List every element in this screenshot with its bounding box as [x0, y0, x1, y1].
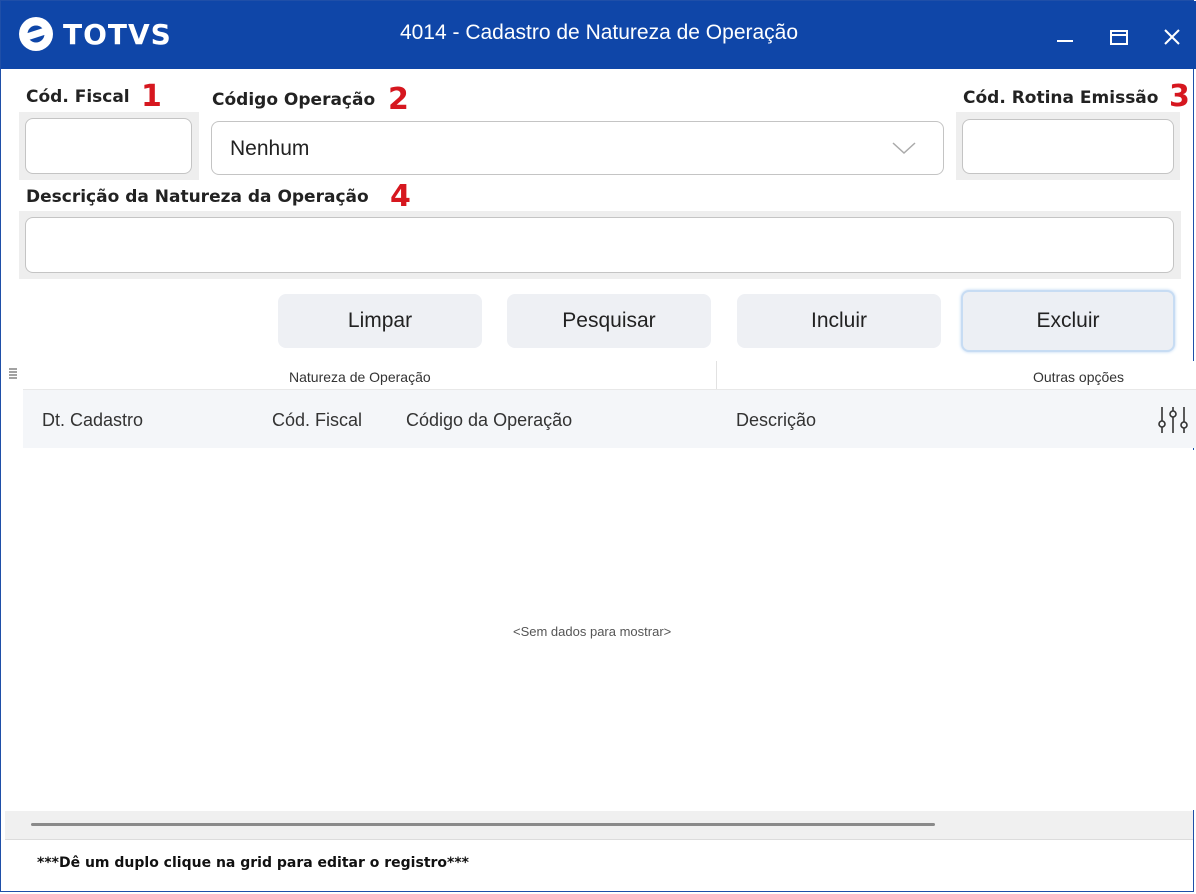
chevron-down-icon	[892, 142, 916, 155]
empty-message: <Sem dados para mostrar>	[513, 624, 672, 639]
title-bar: TOTVS 4014 - Cadastro de Natureza de Ope…	[1, 1, 1196, 69]
footer-bar: ***Dê um duplo clique na grid para edita…	[5, 839, 1193, 890]
limpar-button[interactable]: Limpar	[278, 294, 482, 348]
close-button[interactable]	[1158, 23, 1186, 51]
horizontal-scrollbar[interactable]	[5, 811, 1193, 839]
main-window: TOTVS 4014 - Cadastro de Natureza de Ope…	[0, 0, 1196, 892]
grid-group-header: Natureza de Operação Outras opções	[23, 361, 1196, 390]
codigo-operacao-select[interactable]: Nenhum	[211, 121, 944, 175]
codigo-operacao-label: Código Operação	[212, 90, 376, 110]
group-header-outras: Outras opções	[1033, 369, 1125, 385]
incluir-button[interactable]: Incluir	[737, 294, 941, 348]
close-icon	[1164, 29, 1180, 45]
column-codigo-operacao[interactable]: Código da Operação	[406, 410, 572, 431]
column-cod-fiscal[interactable]: Cód. Fiscal	[272, 410, 362, 431]
group-header-natureza: Natureza de Operação	[289, 369, 431, 385]
descricao-input[interactable]	[25, 217, 1174, 273]
descricao-label: Descrição da Natureza da Operação	[26, 187, 369, 207]
scrollbar-thumb[interactable]	[31, 823, 935, 826]
minimize-icon	[1057, 40, 1073, 42]
cod-fiscal-frame	[19, 112, 199, 180]
marker-2: 2	[388, 82, 409, 117]
cod-fiscal-label: Cód. Fiscal	[26, 87, 130, 107]
codigo-operacao-value: Nenhum	[230, 137, 310, 160]
column-descricao[interactable]: Descrição	[736, 410, 816, 431]
column-settings-icon[interactable]	[1157, 405, 1189, 435]
marker-1: 1	[141, 79, 162, 114]
cod-rotina-input[interactable]	[962, 119, 1174, 174]
maximize-button[interactable]	[1105, 23, 1133, 51]
footer-hint: ***Dê um duplo clique na grid para edita…	[37, 855, 469, 871]
excluir-button[interactable]: Excluir	[961, 290, 1175, 352]
cod-rotina-label: Cód. Rotina Emissão	[963, 88, 1159, 108]
pesquisar-button[interactable]: Pesquisar	[507, 294, 711, 348]
grid-body[interactable]: <Sem dados para mostrar>	[23, 450, 1196, 810]
minimize-button[interactable]	[1051, 23, 1079, 51]
marker-3: 3	[1169, 79, 1190, 114]
marker-4: 4	[390, 179, 411, 214]
maximize-icon	[1110, 30, 1128, 45]
grid-menu-icon[interactable]	[8, 367, 18, 381]
cod-rotina-frame	[956, 112, 1180, 180]
group-divider	[716, 361, 717, 389]
descricao-frame	[19, 211, 1181, 279]
grid-column-header: Dt. Cadastro Cód. Fiscal Código da Opera…	[23, 390, 1196, 448]
window-title: 4014 - Cadastro de Natureza de Operação	[399, 21, 799, 44]
cod-fiscal-input[interactable]	[25, 118, 192, 174]
column-dt-cadastro[interactable]: Dt. Cadastro	[42, 410, 143, 431]
